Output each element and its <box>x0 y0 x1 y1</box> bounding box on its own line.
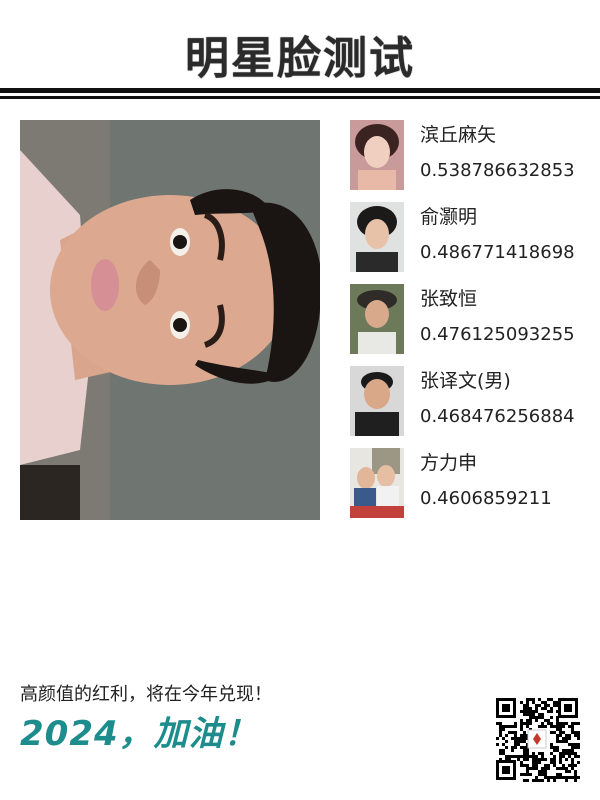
footer-tagline: 高颜值的红利，将在今年兑现！ <box>20 684 272 705</box>
similarity-score: 0.4606859211 <box>420 488 552 509</box>
title-bar: 明星脸测试 <box>0 18 600 90</box>
match-list: 滨丘麻矢 0.538786632853 俞灏明 0.486771418698 张… <box>350 120 590 530</box>
page-title: 明星脸测试 <box>185 33 415 84</box>
footer-slogan: 2024，加油！ <box>20 714 259 754</box>
celebrity-name: 方力申 <box>420 452 478 474</box>
celebrity-name: 滨丘麻矢 <box>420 124 497 146</box>
similarity-score: 0.468476256884 <box>420 406 575 427</box>
celebrity-photo <box>350 284 404 354</box>
similarity-score: 0.476125093255 <box>420 324 575 345</box>
celebrity-photo <box>350 366 404 436</box>
celebrity-photo <box>350 202 404 272</box>
title-divider-thick <box>0 88 600 93</box>
celebrity-photo <box>350 120 404 190</box>
match-item: 滨丘麻矢 0.538786632853 <box>350 120 590 202</box>
celebrity-name: 张译文(男) <box>420 370 511 392</box>
celebrity-name: 张致恒 <box>420 288 478 310</box>
qr-code-icon <box>494 696 580 782</box>
match-item: 方力申 0.4606859211 <box>350 448 590 530</box>
uploaded-face-photo <box>20 120 320 520</box>
match-item: 张译文(男) 0.468476256884 <box>350 366 590 448</box>
celebrity-photo <box>350 448 404 518</box>
match-item: 俞灏明 0.486771418698 <box>350 202 590 284</box>
similarity-score: 0.486771418698 <box>420 242 575 263</box>
match-item: 张致恒 0.476125093255 <box>350 284 590 366</box>
celebrity-name: 俞灏明 <box>420 206 478 228</box>
similarity-score: 0.538786632853 <box>420 160 575 181</box>
title-divider-thin <box>0 96 600 99</box>
